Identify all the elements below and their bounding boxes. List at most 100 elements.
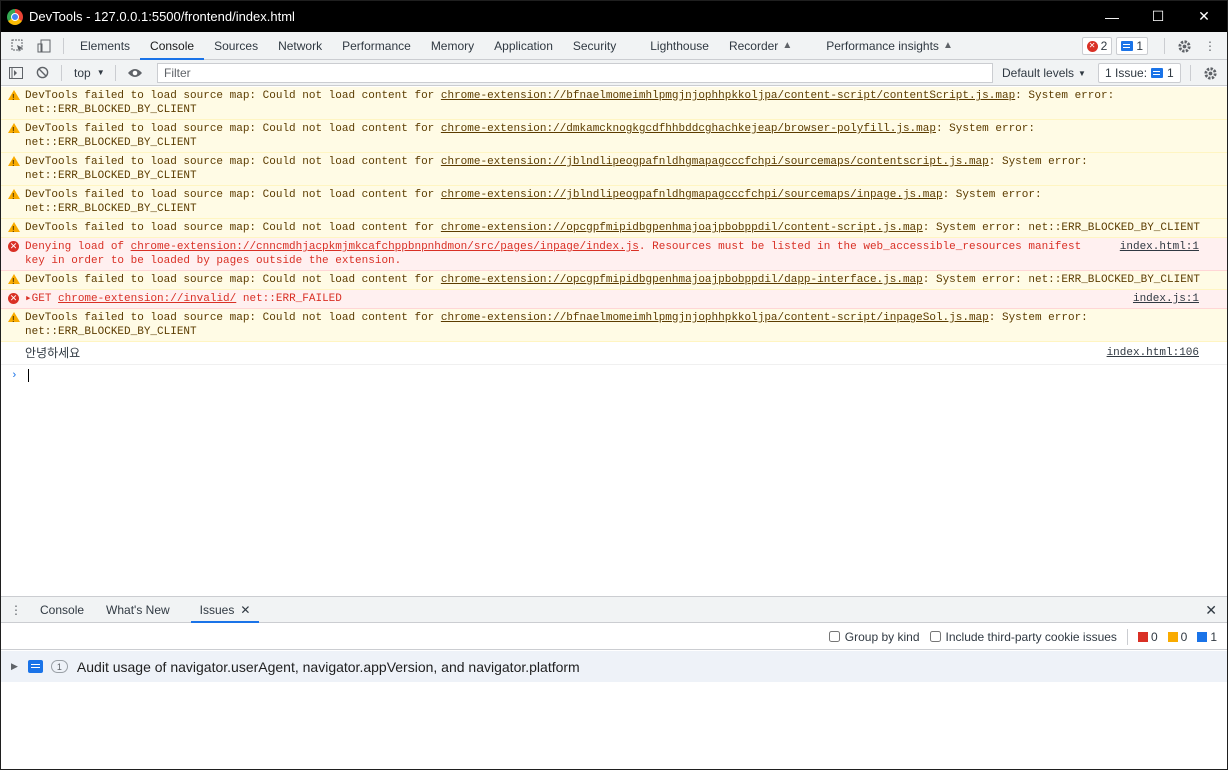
group-by-kind-input[interactable] (828, 631, 840, 642)
tab-label: Application (494, 38, 553, 53)
maximize-button[interactable]: ☐ (1135, 1, 1181, 32)
chevron-down-icon: ▼ (1078, 68, 1086, 78)
title-bar: DevTools - 127.0.0.1:5500/frontend/index… (1, 1, 1227, 32)
message-text: : System error: net::ERR_BLOCKED_BY_CLIE… (922, 222, 1201, 234)
settings-gear-icon[interactable] (1171, 33, 1197, 59)
error-icon: ✕ (8, 293, 19, 304)
message-link[interactable]: chrome-extension://opcgpfmipidbgpenhmajo… (441, 222, 923, 234)
drawer-tab-console[interactable]: Console (31, 596, 93, 623)
text-caret (27, 369, 29, 382)
issues-counter[interactable]: 1 (1116, 37, 1148, 55)
warning-icon (8, 189, 20, 204)
tab-recorder[interactable]: Recorder ▲ (719, 32, 802, 60)
third-party-checkbox[interactable]: Include third-party cookie issues (929, 629, 1117, 644)
issues-error-count: 0 (1137, 630, 1158, 644)
message-text: Denying load of (25, 241, 131, 253)
clear-console-icon[interactable] (29, 60, 55, 86)
tab-lighthouse[interactable]: Lighthouse (640, 32, 719, 60)
console-messages: DevTools failed to load source map: Coul… (1, 87, 1227, 595)
message-text: DevTools failed to load source map: Coul… (25, 312, 441, 324)
prompt-chevron-icon: › (11, 369, 18, 382)
tab-label: Lighthouse (650, 38, 709, 53)
message-link[interactable]: chrome-extension://opcgpfmipidbgpenhmajo… (441, 274, 923, 286)
console-warning-message: DevTools failed to load source map: Coul… (1, 186, 1227, 219)
issues-button[interactable]: 1 Issue: 1 (1098, 63, 1181, 83)
devtools-window: DevTools - 127.0.0.1:5500/frontend/index… (0, 0, 1228, 770)
console-warning-message: DevTools failed to load source map: Coul… (1, 219, 1227, 238)
close-window-button[interactable]: ✕ (1181, 1, 1227, 32)
message-source-link[interactable]: index.html:1 (1120, 240, 1199, 254)
error-counter[interactable]: ✕ 2 (1081, 37, 1113, 55)
tab-label: Issues (199, 602, 235, 617)
tab-network[interactable]: Network (268, 32, 332, 60)
tab-sources[interactable]: Sources (204, 32, 268, 60)
context-select[interactable]: top ▼ (74, 66, 105, 80)
warning-icon (8, 312, 20, 327)
minimize-button[interactable]: — (1089, 1, 1135, 32)
tab-label: Performance insights (826, 38, 939, 53)
console-warning-message: DevTools failed to load source map: Coul… (1, 271, 1227, 290)
console-settings-gear-icon[interactable] (1197, 60, 1223, 86)
message-text: net::ERR_FAILED (236, 293, 342, 305)
tab-label: Sources (214, 38, 259, 53)
drawer-tab-whats-new[interactable]: What's New (97, 596, 179, 623)
tab-elements[interactable]: Elements (70, 32, 140, 60)
issues-count: 1 (1167, 66, 1174, 80)
live-expression-eye-icon[interactable] (122, 60, 148, 86)
close-tab-icon[interactable]: ✕ (240, 603, 250, 617)
devtools-tabbar: Elements Console Sources Network Perform… (1, 32, 1227, 60)
more-menu-icon[interactable]: ⋮ (1197, 33, 1223, 59)
log-source-link[interactable]: index.html:106 (1107, 346, 1199, 360)
chrome-logo-icon (7, 8, 23, 25)
message-link[interactable]: chrome-extension://jblndlipeogpafnldhgma… (441, 156, 989, 168)
device-toolbar-icon[interactable] (31, 33, 57, 59)
issue-count: 1 (1136, 39, 1143, 53)
message-link[interactable]: chrome-extension://invalid/ (58, 293, 236, 305)
tab-label: Console (40, 602, 85, 617)
message-text: DevTools failed to load source map: Coul… (25, 123, 441, 135)
filter-input[interactable] (157, 63, 993, 83)
sidebar-toggle-icon[interactable] (3, 60, 29, 86)
tab-memory[interactable]: Memory (421, 32, 484, 60)
tab-label: Elements (80, 38, 131, 53)
drawer-tab-issues[interactable]: Issues ✕ (190, 596, 260, 623)
message-link[interactable]: chrome-extension://cnncmdhjacpkmjmkcafch… (131, 241, 639, 253)
drawer-menu-icon[interactable]: ⋮ (1, 597, 31, 623)
issue-row[interactable]: ▶ 1 Audit usage of navigator.userAgent, … (1, 651, 1227, 682)
issue-icon (1151, 68, 1164, 78)
group-by-kind-checkbox[interactable]: Group by kind (828, 630, 920, 644)
window-title: DevTools - 127.0.0.1:5500/frontend/index… (29, 9, 295, 24)
console-prompt[interactable]: › (1, 365, 1227, 382)
message-link[interactable]: chrome-extension://jblndlipeogpafnldhgma… (441, 189, 943, 201)
message-link[interactable]: chrome-extension://bfnaelmomeimhlpmgjnjo… (441, 312, 989, 324)
message-text: : System error: net::ERR_BLOCKED_BY_CLIE… (922, 274, 1201, 286)
tab-security[interactable]: Security (563, 32, 626, 60)
log-text: 안녕하세요 (25, 346, 81, 360)
tab-performance[interactable]: Performance (332, 32, 421, 60)
tab-performance-insights[interactable]: Performance insights ▲ (816, 32, 963, 60)
message-link[interactable]: chrome-extension://dmkamcknogkgcdfhhbddc… (441, 123, 936, 135)
flask-icon: ▲ (942, 40, 953, 51)
console-warning-message: DevTools failed to load source map: Coul… (1, 120, 1227, 153)
error-icon: ✕ (8, 241, 19, 252)
inspect-element-icon[interactable] (5, 33, 31, 59)
log-levels-dropdown[interactable]: Default levels ▼ (1002, 60, 1086, 86)
issues-info-count: 1 (1197, 630, 1217, 644)
message-link[interactable]: chrome-extension://bfnaelmomeimhlpmgjnjo… (441, 90, 1015, 102)
message-text: DevTools failed to load source map: Coul… (25, 90, 441, 102)
console-warning-message: DevTools failed to load source map: Coul… (1, 87, 1227, 120)
message-source-link[interactable]: index.js:1 (1133, 292, 1199, 306)
console-error-message: ✕ ▸GET chrome-extension://invalid/ net::E… (1, 290, 1227, 309)
expand-triangle-icon[interactable]: ▶ (11, 661, 18, 672)
tab-label: Performance (342, 38, 411, 53)
close-drawer-icon[interactable]: ✕ (1205, 602, 1217, 619)
tab-console[interactable]: Console (140, 32, 205, 60)
count-value: 0 (1180, 629, 1188, 644)
console-error-message: ✕ Denying load of chrome-extension://cnnc… (1, 238, 1227, 271)
message-text: DevTools failed to load source map: Coul… (25, 156, 441, 168)
third-party-input[interactable] (929, 631, 941, 642)
issue-count-badge: 1 (50, 660, 68, 673)
warning-icon (8, 123, 20, 138)
checkbox-label: Include third-party cookie issues (945, 629, 1117, 644)
tab-application[interactable]: Application (484, 32, 563, 60)
